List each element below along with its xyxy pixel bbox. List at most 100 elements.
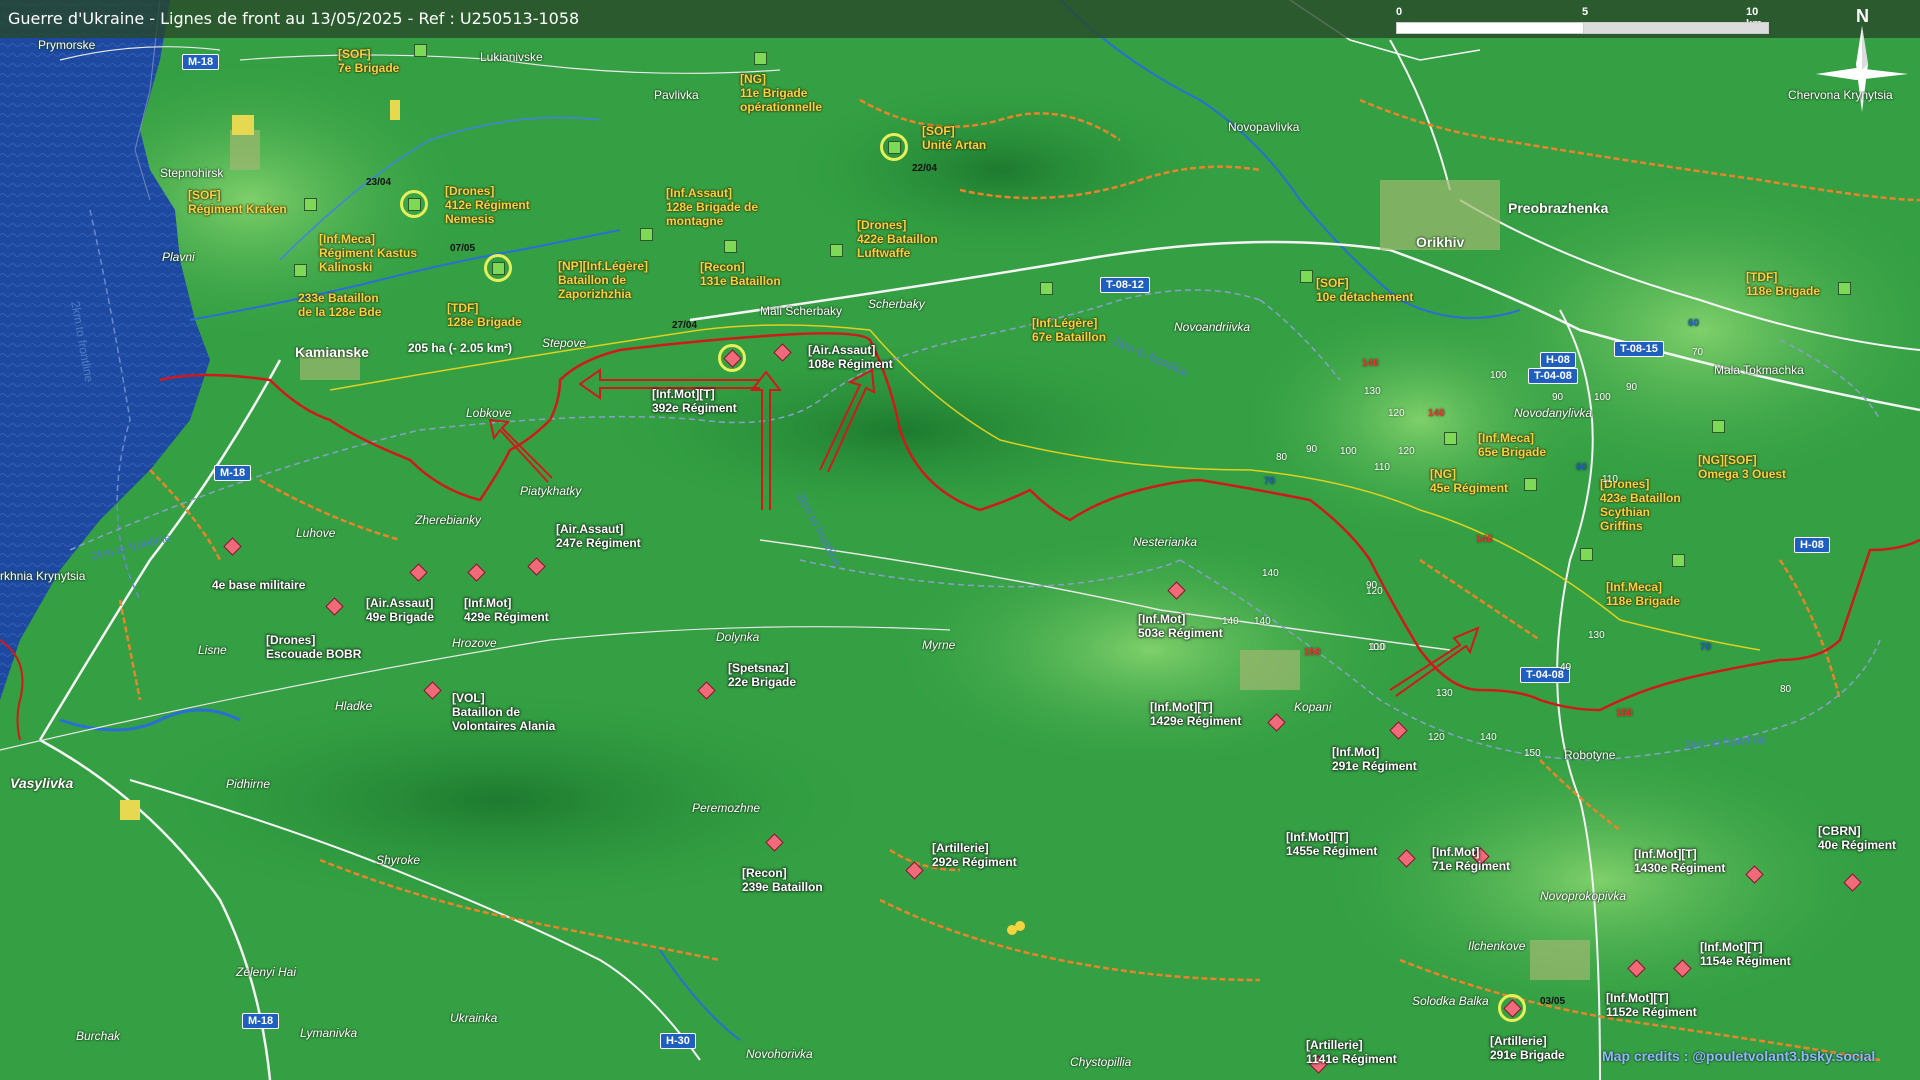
date-label: 03/05 bbox=[1540, 996, 1566, 1007]
elevation-label: 140 bbox=[1254, 616, 1271, 627]
place-label: Lukianivske bbox=[480, 50, 543, 64]
ua-unit-marker[interactable] bbox=[492, 262, 505, 275]
ru-unit-label: [Air.Assaut] 108e Régiment bbox=[808, 343, 893, 371]
map-title: Guerre d'Ukraine - Lignes de front au 13… bbox=[8, 9, 580, 28]
elevation-label: 110 bbox=[1374, 462, 1390, 473]
elevation-label: 100 bbox=[1340, 446, 1357, 457]
ua-unit-label: [SOF] Unité Artan bbox=[922, 124, 987, 152]
place-label: Zherebianky bbox=[415, 513, 482, 527]
place-label: rkhnia Krynytsia bbox=[0, 569, 86, 583]
road-label-t0812: T-08-12 bbox=[1100, 277, 1150, 293]
place-label: Robotyne bbox=[1564, 748, 1616, 762]
elevation-label: 120 bbox=[1398, 446, 1415, 457]
place-label: Kopani bbox=[1294, 700, 1332, 714]
scale-tick-0: 0 bbox=[1396, 6, 1403, 18]
ru-unit-label: [Inf.Mot][T] 1430e Régiment bbox=[1634, 847, 1726, 875]
ru-unit-label: [Artillerie] 1141e Régiment bbox=[1306, 1038, 1397, 1066]
ua-unit-marker[interactable] bbox=[1300, 270, 1313, 283]
flood-area-note: 205 ha (- 2.05 km²) bbox=[408, 341, 513, 355]
ru-unit-label: [Inf.Mot] 71e Régiment bbox=[1432, 845, 1511, 873]
ua-unit-marker[interactable] bbox=[304, 198, 317, 211]
place-label: Orikhiv bbox=[1416, 234, 1465, 250]
ru-unit-label: [Air.Assaut] 49e Brigade bbox=[366, 596, 435, 624]
elevation-label: 140 bbox=[1362, 358, 1379, 369]
place-label: Ukrainka bbox=[450, 1011, 498, 1025]
road-label-h30: H-30 bbox=[660, 1033, 696, 1049]
elevation-label: 70 bbox=[1264, 476, 1276, 487]
ru-unit-label: [Air.Assaut] 247e Régiment bbox=[556, 522, 641, 550]
ua-unit-label: [SOF] Régiment Kraken bbox=[188, 188, 287, 216]
ua-unit-marker[interactable] bbox=[724, 240, 737, 253]
scale-tick-5: 5 bbox=[1582, 6, 1589, 18]
ru-unit-label: [Inf.Mot][T] 1152e Régiment bbox=[1606, 991, 1697, 1019]
ua-unit-marker[interactable] bbox=[1580, 548, 1593, 561]
elevation-label: 90 bbox=[1626, 382, 1638, 393]
ua-unit-marker[interactable] bbox=[1838, 282, 1851, 295]
place-label: Peremozhne bbox=[692, 801, 761, 815]
ua-unit-marker[interactable] bbox=[414, 44, 427, 57]
ru-unit-label: 4e base militaire bbox=[212, 578, 306, 592]
elevation-label: 140 bbox=[1262, 568, 1279, 579]
ua-unit-label: [Inf.Légère] 67e Bataillon bbox=[1032, 316, 1107, 344]
ua-unit-marker[interactable] bbox=[888, 141, 901, 154]
place-label: Stepnohirsk bbox=[160, 166, 224, 180]
elevation-label: 70 bbox=[1700, 642, 1712, 653]
elevation-label: 110 bbox=[1602, 474, 1618, 485]
place-label: Prymorske bbox=[38, 38, 96, 52]
ua-unit-marker[interactable] bbox=[830, 244, 843, 257]
place-label: Lisne bbox=[198, 643, 227, 657]
scale-bar: 0 5 10 km bbox=[1396, 6, 1772, 34]
ua-unit-label: [Inf.Meca] 118e Brigade bbox=[1606, 580, 1681, 608]
place-label: Hladke bbox=[335, 699, 373, 713]
date-label: 27/04 bbox=[672, 320, 698, 331]
elevation-label: 90 bbox=[1552, 392, 1564, 403]
elevation-label: 70 bbox=[1692, 347, 1704, 358]
ua-unit-marker[interactable] bbox=[408, 198, 421, 211]
ua-unit-label: [Drones] 412e Régiment Nemesis bbox=[445, 184, 530, 226]
place-label: Chervona Krynytsia bbox=[1788, 88, 1893, 102]
place-label: Kamianske bbox=[295, 344, 369, 360]
ru-unit-label: [Inf.Mot] 429e Régiment bbox=[464, 596, 549, 624]
ua-unit-label: [Inf.Meca] Régiment Kastus Kalinoski bbox=[319, 232, 418, 274]
ru-unit-label: [Inf.Mot][T] 1455e Régiment bbox=[1286, 830, 1378, 858]
ua-unit-marker[interactable] bbox=[1712, 420, 1725, 433]
road-label-t0408: T-04-08 bbox=[1528, 368, 1578, 384]
elevation-label: 80 bbox=[1276, 452, 1288, 463]
place-label: Vasylivka bbox=[10, 775, 74, 791]
ua-unit-marker[interactable] bbox=[1524, 478, 1537, 491]
place-label: Novoandriivka bbox=[1174, 320, 1251, 334]
ua-unit-marker[interactable] bbox=[1444, 432, 1457, 445]
map-credits: Map credits : @pouletvolant3.bsky.social bbox=[1602, 1048, 1876, 1064]
place-label: Shyroke bbox=[376, 853, 421, 867]
place-label: Solodka Balka bbox=[1412, 994, 1489, 1008]
place-label: Nesterianka bbox=[1133, 535, 1198, 549]
ua-unit-marker[interactable] bbox=[1672, 554, 1685, 567]
place-label: Chystopillia bbox=[1070, 1055, 1132, 1069]
place-label: Plavni bbox=[162, 250, 195, 264]
elevation-label: 100 bbox=[1490, 370, 1507, 381]
date-label: 22/04 bbox=[912, 163, 938, 174]
place-label: Stepove bbox=[542, 336, 587, 350]
place-label: Scherbaky bbox=[868, 297, 925, 311]
elevation-label: 120 bbox=[1388, 408, 1405, 419]
place-label: Dolynka bbox=[716, 630, 760, 644]
map-canvas[interactable] bbox=[0, 0, 1920, 1080]
place-label: Novoprokopivka bbox=[1540, 889, 1627, 903]
place-label: Mali Scherbaky bbox=[760, 304, 843, 318]
ua-unit-label: [Inf.Assaut] 128e Brigade de montagne bbox=[666, 186, 759, 228]
elevation-label: 60 bbox=[1688, 318, 1700, 329]
ua-unit-marker[interactable] bbox=[640, 228, 653, 241]
ua-unit-marker[interactable] bbox=[754, 52, 767, 65]
scale-segment-1 bbox=[1396, 22, 1584, 34]
ru-unit-label: [Spetsnaz] 22e Brigade bbox=[728, 661, 797, 689]
ua-unit-marker[interactable] bbox=[294, 264, 307, 277]
ru-unit-label: [Inf.Mot] 503e Régiment bbox=[1138, 612, 1223, 640]
ru-unit-label: [Inf.Mot][T] 392e Régiment bbox=[652, 387, 737, 415]
elevation-label: 90 bbox=[1366, 580, 1378, 591]
place-label: Pidhirne bbox=[226, 777, 271, 791]
elevation-label: 150 bbox=[1616, 708, 1633, 719]
place-label: Myrne bbox=[922, 638, 956, 652]
ru-unit-label: [Drones] Escouade BOBR bbox=[266, 633, 362, 661]
ua-unit-marker[interactable] bbox=[1040, 282, 1053, 295]
elevation-label: 90 bbox=[1306, 444, 1318, 455]
